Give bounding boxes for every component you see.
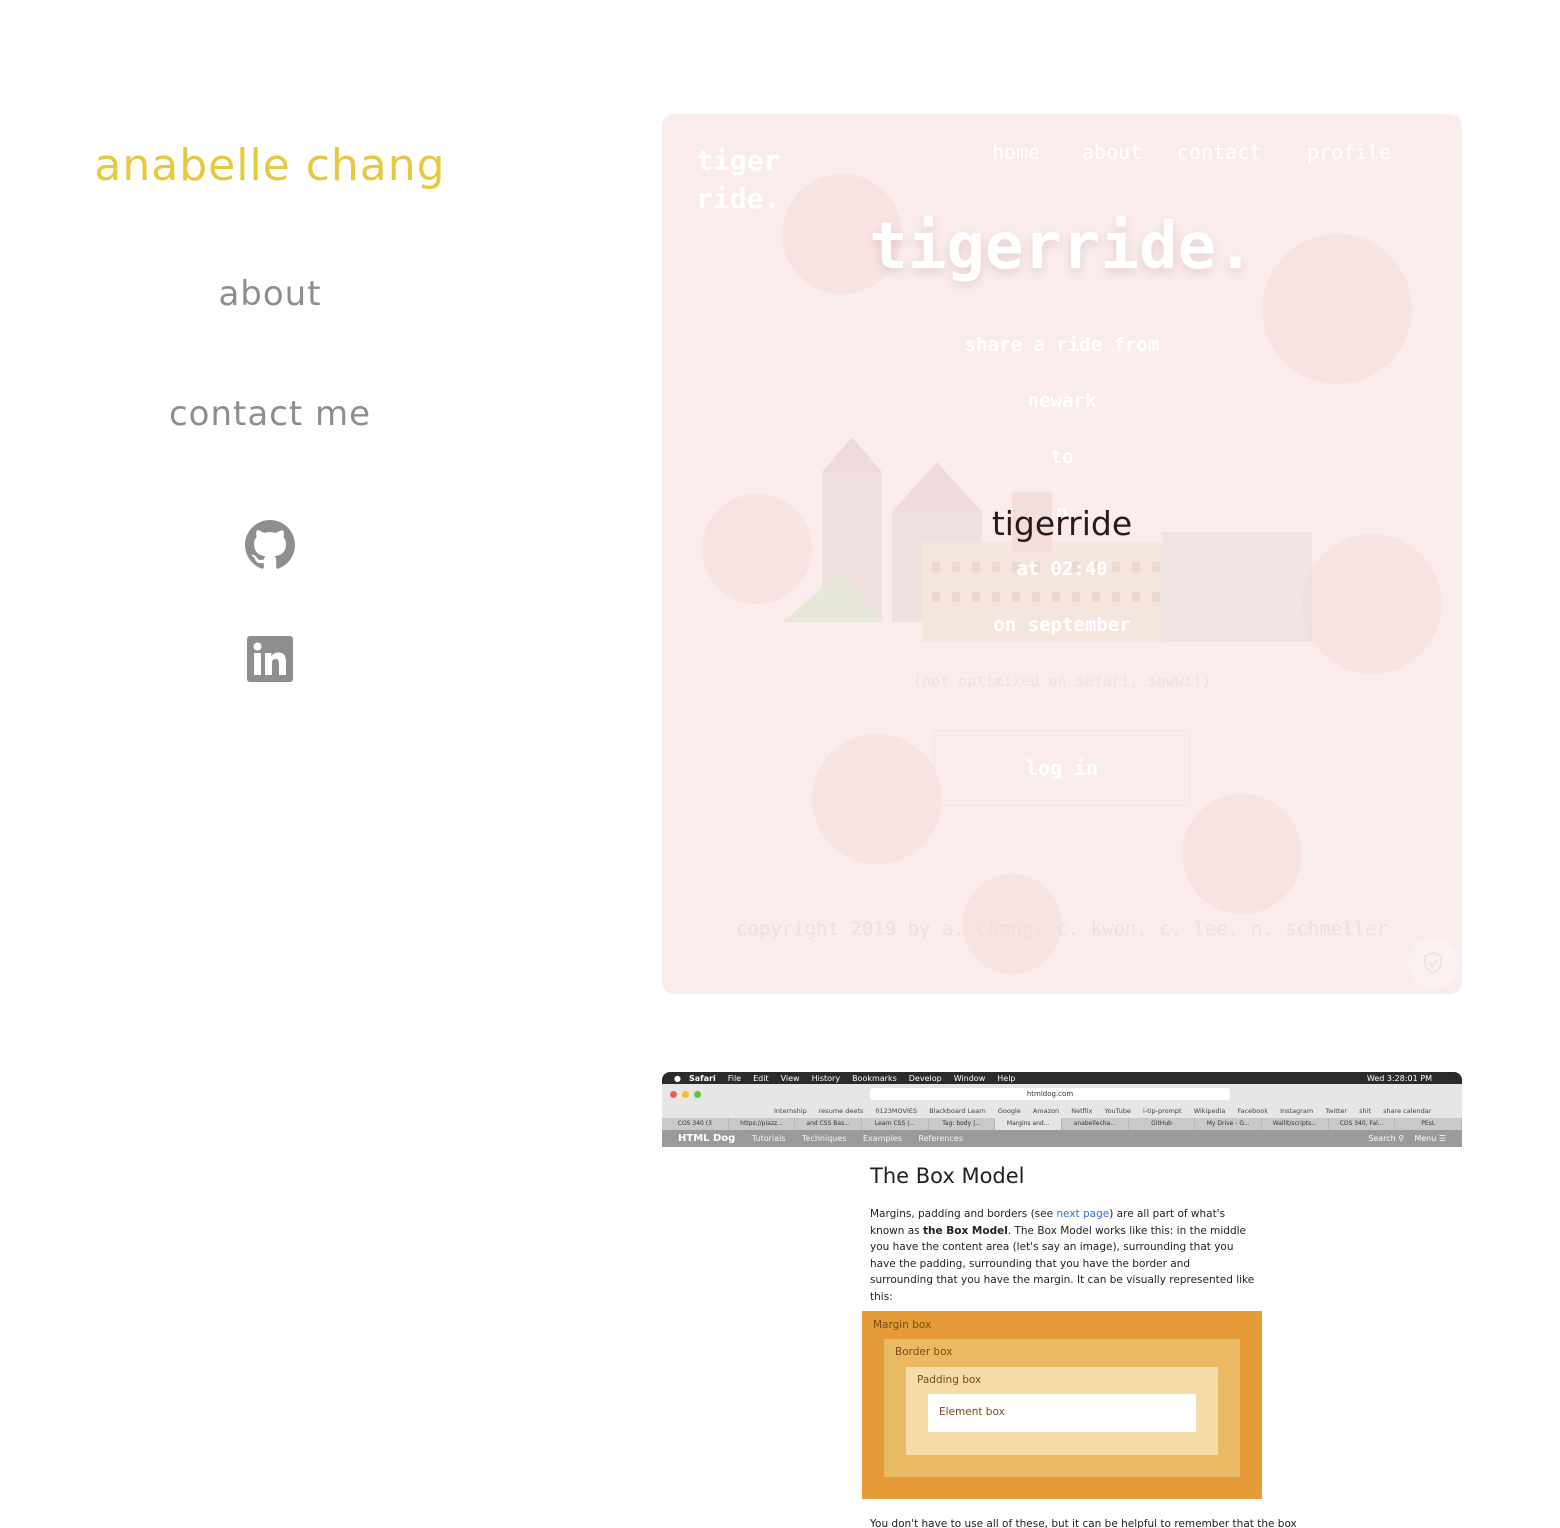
- htmldog-nav-item: References: [918, 1134, 963, 1143]
- tab: PEsL: [1395, 1118, 1462, 1130]
- mac-menubar: ● Safari File Edit View History Bookmark…: [662, 1072, 1462, 1084]
- site-name[interactable]: anabelle chang: [0, 140, 540, 191]
- menubar-item: Develop: [908, 1073, 942, 1083]
- menubar-item: Edit: [753, 1073, 769, 1083]
- hamburger-icon: ☰: [1438, 1134, 1446, 1143]
- shield-check-icon: [1408, 938, 1458, 988]
- tab: My Drive - G...: [1195, 1118, 1263, 1130]
- tigerride-line: share a ride from: [964, 334, 1160, 356]
- tab: Wallit/scripts...: [1262, 1118, 1329, 1130]
- tigerride-line: on september: [993, 614, 1131, 636]
- tigerride-line: to: [1050, 446, 1074, 468]
- tab: anabellecha...: [1062, 1118, 1129, 1130]
- menubar-item: Safari: [688, 1073, 716, 1083]
- tab: COS 340, Fal...: [1329, 1118, 1396, 1130]
- bookmark: Twitter: [1325, 1107, 1348, 1115]
- github-icon: [245, 520, 295, 569]
- tab: and CSS Bas...: [795, 1118, 863, 1130]
- tigerride-copyright: copyright 2019 by a. chang, c. kwon, c. …: [735, 918, 1389, 940]
- zoom-dot: [694, 1091, 701, 1098]
- tigerride-nav-home: home: [992, 140, 1041, 164]
- bookmarks-bar: Internship resume deets 0123MOVIES Black…: [662, 1104, 1462, 1118]
- htmldog-nav-item: Examples: [863, 1134, 902, 1143]
- htmldog-logo: HTML Dog: [678, 1133, 736, 1144]
- tigerride-login-button: log in: [934, 730, 1190, 806]
- close-dot: [670, 1091, 677, 1098]
- bookmark: Facebook: [1237, 1107, 1269, 1115]
- search-icon: ⚲: [1398, 1134, 1405, 1143]
- element-box: Element box: [928, 1394, 1196, 1432]
- bookmark: share calendar: [1383, 1107, 1432, 1115]
- tigerride-nav-about: about: [1082, 140, 1143, 164]
- minimize-dot: [682, 1091, 689, 1098]
- tigerride-nav-contact: contact: [1177, 140, 1262, 164]
- tab: Tag: body |...: [929, 1118, 996, 1130]
- article-paragraph: Margins, padding and borders (see next p…: [870, 1208, 1255, 1303]
- bookmark: shit: [1359, 1107, 1371, 1115]
- next-page-link: next page: [1056, 1208, 1110, 1220]
- tab: COS 340 (3: [662, 1118, 729, 1130]
- bookmark: 0123MOVIES: [875, 1107, 918, 1115]
- project-overlay-label: tigerride: [991, 504, 1133, 543]
- menubar-item: Bookmarks: [852, 1073, 897, 1083]
- htmldog-search-menu: Search ⚲ Menu ☰: [1368, 1130, 1446, 1147]
- menubar-item: History: [811, 1073, 841, 1083]
- htmldog-nav-item: Tutorials: [751, 1134, 786, 1143]
- htmldog-menu: Menu: [1414, 1134, 1437, 1143]
- menubar-item: Help: [997, 1073, 1016, 1083]
- linkedin-link[interactable]: [0, 636, 540, 682]
- github-link[interactable]: [0, 520, 540, 570]
- article-tail-text: You don't have to use all of these, but …: [870, 1518, 1297, 1528]
- apple-icon: ●: [674, 1073, 681, 1083]
- bookmark: Amazon: [1032, 1107, 1060, 1115]
- tigerride-line: at 02:40: [1016, 558, 1108, 580]
- tab: Learn CSS |...: [862, 1118, 929, 1130]
- bookmark: Instagram: [1280, 1107, 1314, 1115]
- menubar-item: Window: [953, 1073, 986, 1083]
- htmldog-nav: HTML Dog Tutorials Techniques Examples R…: [662, 1130, 1462, 1147]
- article-heading: The Box Model: [870, 1164, 1025, 1188]
- sidebar: anabelle chang about contact me: [0, 0, 540, 1528]
- menubar-clock: Wed 3:28:01 PM: [1366, 1073, 1432, 1083]
- bookmark: Google: [997, 1107, 1021, 1115]
- bookmark: i-tip-prompt: [1142, 1107, 1182, 1115]
- background-blob: [812, 734, 942, 864]
- tab: Margins and...: [995, 1118, 1063, 1130]
- htmldog-search: Search: [1368, 1134, 1396, 1143]
- project-card-screenshot[interactable]: ● Safari File Edit View History Bookmark…: [662, 1072, 1462, 1528]
- article: The Box Model Margins, padding and borde…: [870, 1164, 1256, 1305]
- menubar-item: View: [780, 1073, 800, 1083]
- linkedin-icon: [247, 636, 293, 682]
- tigerride-note: (not optimized on safari, sowwi!): [912, 672, 1211, 690]
- tigerride-logo: tiger ride.: [696, 144, 781, 215]
- safari-toolbar: htmldog.com: [662, 1084, 1462, 1105]
- bookmark: resume deets: [818, 1107, 864, 1115]
- safari-tabs: COS 340 (3 https://piazz... and CSS Bas.…: [662, 1118, 1462, 1130]
- project-card-tigerride[interactable]: tiger ride. home about contact profile ti…: [662, 114, 1462, 994]
- bookmark: Blackboard Learn: [929, 1107, 986, 1115]
- tigerride-nav-profile: profile: [1307, 140, 1392, 164]
- htmldog-nav-item: Techniques: [802, 1134, 847, 1143]
- tab: GitHub: [1129, 1118, 1196, 1130]
- bookmark: Wikipedia: [1193, 1107, 1226, 1115]
- background-blob: [1182, 794, 1302, 914]
- tab: https://piazz...: [729, 1118, 796, 1130]
- menubar-item: File: [727, 1073, 742, 1083]
- bookmark: Netflix: [1071, 1107, 1093, 1115]
- bookmark: YouTube: [1104, 1107, 1131, 1115]
- bookmark: Internship: [774, 1107, 807, 1115]
- nav-contact-link[interactable]: contact me: [0, 394, 540, 434]
- tigerride-title: tigerride.: [869, 210, 1255, 284]
- tigerride-line: newark: [1027, 390, 1097, 412]
- address-bar: htmldog.com: [870, 1088, 1230, 1100]
- nav-about-link[interactable]: about: [0, 274, 540, 314]
